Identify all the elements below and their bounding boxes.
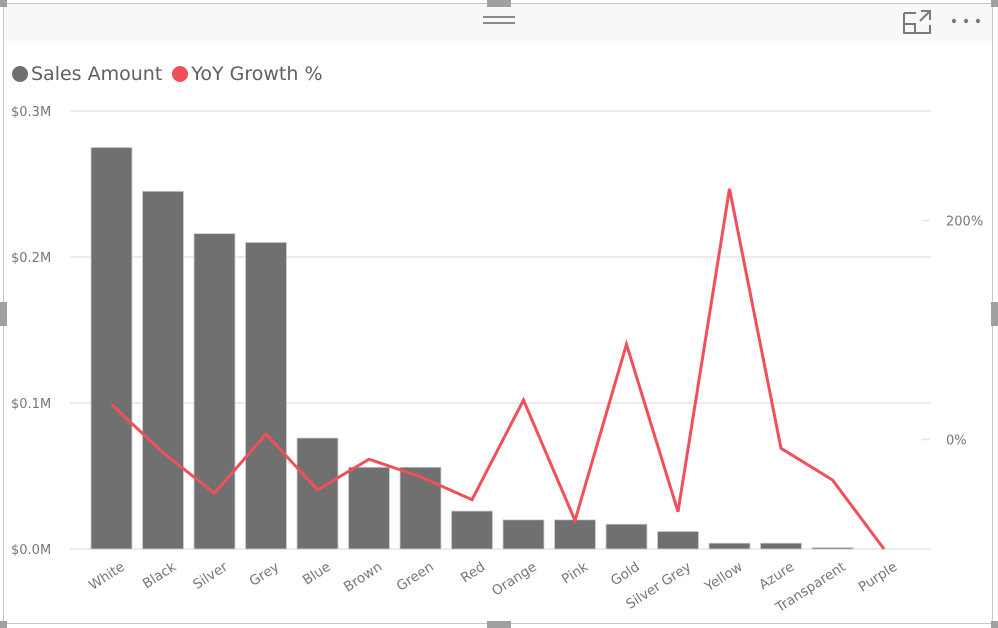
left-axis-tick-label: $0.2M [11,251,51,266]
right-axis-tick-label: 200% [946,215,983,230]
bar-silver-grey [657,531,699,550]
category-label: Black [140,559,179,592]
bar-orange [502,519,545,550]
bar-gold [605,523,648,550]
bar-white [90,147,133,550]
bar-transparent [811,547,854,550]
bar-red [451,510,493,550]
category-label: Grey [247,559,283,590]
category-label: Gold [608,559,643,589]
category-label: Azure [756,559,797,593]
bar-blue [296,437,339,550]
category-label: Brown [341,559,385,595]
right-axis-tick-label: 0% [946,434,967,449]
category-label: Red [458,559,488,586]
bar-series [90,147,854,550]
left-axis-tick-label: $0.1M [11,397,51,412]
right-axis: 0% 200% [922,215,983,449]
bar-azure [760,542,802,550]
left-axis: $0.0M $0.1M $0.2M $0.3M [11,105,51,558]
bar-yellow [708,542,751,550]
left-axis-tick-label: $0.0M [11,543,51,558]
bar-brown [348,466,390,550]
category-label: Pink [559,559,591,588]
bar-grey [245,241,287,550]
category-label: White [86,559,128,594]
category-label: Purple [856,559,900,596]
bar-green [399,466,442,550]
left-axis-tick-label: $0.3M [11,105,51,120]
category-label: Blue [300,559,334,589]
bar-silver [193,233,236,550]
category-label: Orange [489,559,540,600]
category-label: Green [394,559,437,595]
bar-black [142,190,184,550]
category-axis: White Black Silver Grey Blue Brown Green Red Ora… [86,559,900,617]
combo-chart: $0.0M $0.1M $0.2M $0.3M 0% 200% White Black Si… [11,105,983,617]
category-label: Silver [190,559,231,593]
category-label: Yellow [701,559,745,596]
